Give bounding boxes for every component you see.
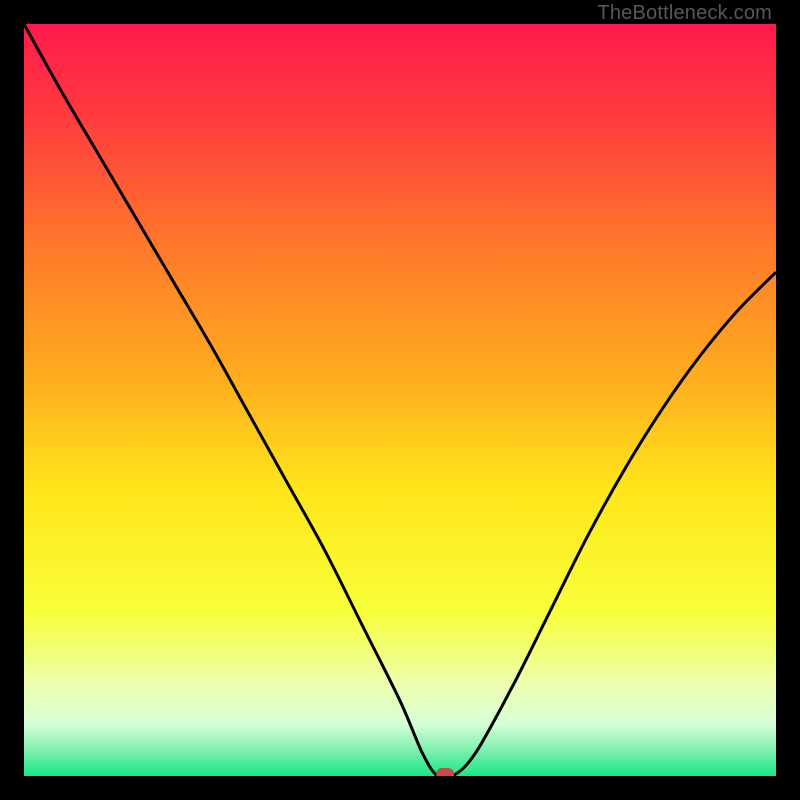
chart-background-gradient bbox=[24, 24, 776, 776]
chart-svg bbox=[24, 24, 776, 776]
watermark-text: TheBottleneck.com bbox=[597, 2, 772, 25]
optimal-point-marker bbox=[436, 768, 454, 776]
